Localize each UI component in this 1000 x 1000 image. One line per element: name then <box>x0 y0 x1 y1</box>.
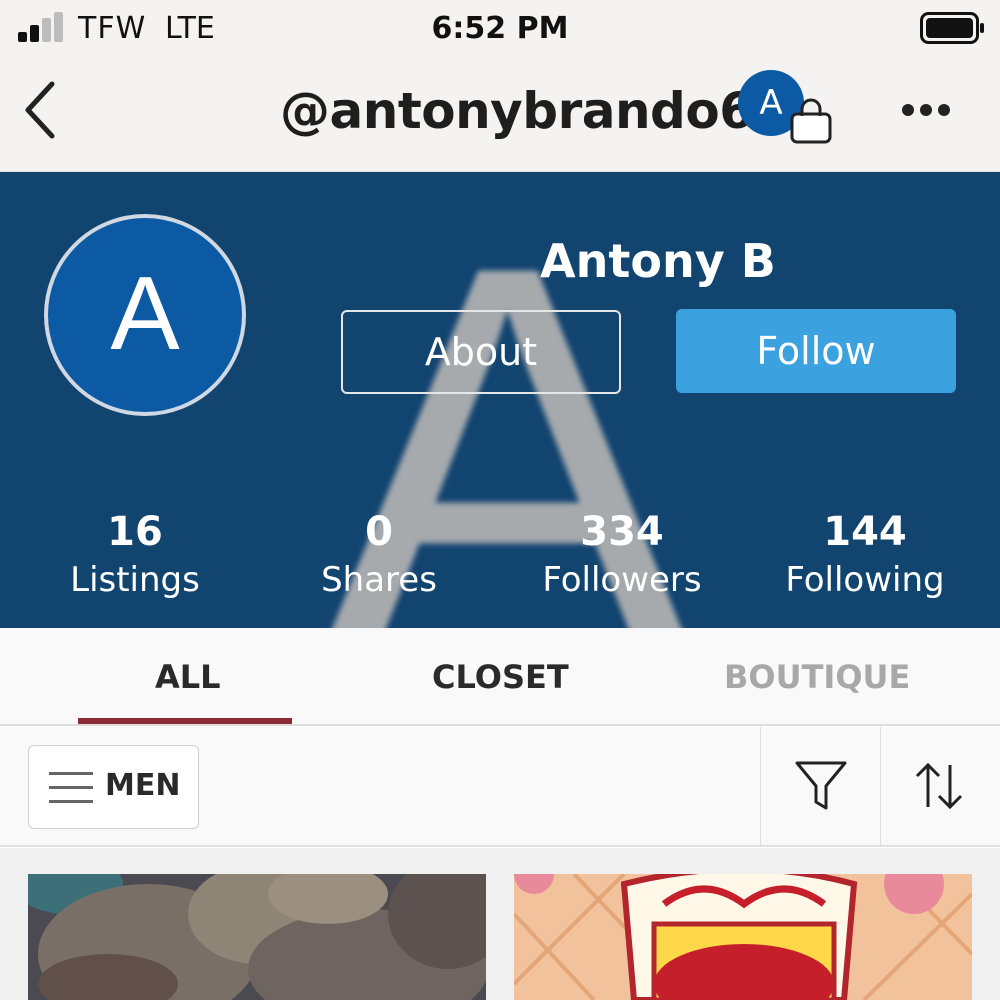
about-button[interactable]: About <box>341 310 621 394</box>
listing-thumbnail[interactable] <box>514 874 972 1000</box>
back-chevron-icon[interactable] <box>22 78 62 142</box>
tab-all[interactable]: ALL <box>155 658 221 696</box>
stat-value: 334 <box>580 509 664 555</box>
department-label: MEN <box>105 768 181 803</box>
stat-listings[interactable]: 16 Listings <box>15 508 255 604</box>
filter-bar: MEN <box>0 727 1000 847</box>
stat-shares[interactable]: 0 Shares <box>259 508 499 604</box>
stat-value: 16 <box>107 509 163 555</box>
tab-boutique[interactable]: BOUTIQUE <box>724 658 910 696</box>
more-options-icon[interactable] <box>898 96 954 126</box>
divider <box>880 727 881 845</box>
stat-label: Listings <box>70 560 200 600</box>
closet-tabs: ALL CLOSET BOUTIQUE <box>0 628 1000 726</box>
shopping-bag-icon[interactable] <box>786 96 836 146</box>
listing-photo <box>28 874 486 1000</box>
profile-header: @antonybrando67 A <box>0 58 1000 172</box>
listing-thumbnail[interactable] <box>28 874 486 1000</box>
stat-label: Shares <box>321 560 437 600</box>
tab-closet[interactable]: CLOSET <box>432 658 569 696</box>
status-bar: TFW LTE 6:52 PM <box>0 0 1000 58</box>
profile-cover: A A Antony B About Follow 16 Listings 0 … <box>0 172 1000 628</box>
listing-photo <box>514 874 972 1000</box>
page-title-username: @antonybrando67 <box>280 82 788 140</box>
follow-button[interactable]: Follow <box>676 309 956 393</box>
divider <box>760 727 761 845</box>
active-tab-indicator <box>78 718 292 724</box>
battery-icon <box>920 12 984 44</box>
profile-avatar[interactable]: A <box>44 214 246 416</box>
status-time: 6:52 PM <box>431 11 569 46</box>
display-name: Antony B <box>540 234 776 288</box>
sort-arrows-icon[interactable] <box>912 761 966 811</box>
hamburger-menu-icon <box>49 772 93 804</box>
stat-following[interactable]: 144 Following <box>745 508 985 604</box>
stat-value: 144 <box>823 509 907 555</box>
stat-label: Following <box>785 560 945 600</box>
stat-value: 0 <box>365 509 393 555</box>
department-menu-button[interactable]: MEN <box>28 745 199 829</box>
funnel-filter-icon[interactable] <box>794 759 848 813</box>
stat-label: Followers <box>542 560 702 600</box>
stat-followers[interactable]: 334 Followers <box>502 508 742 604</box>
